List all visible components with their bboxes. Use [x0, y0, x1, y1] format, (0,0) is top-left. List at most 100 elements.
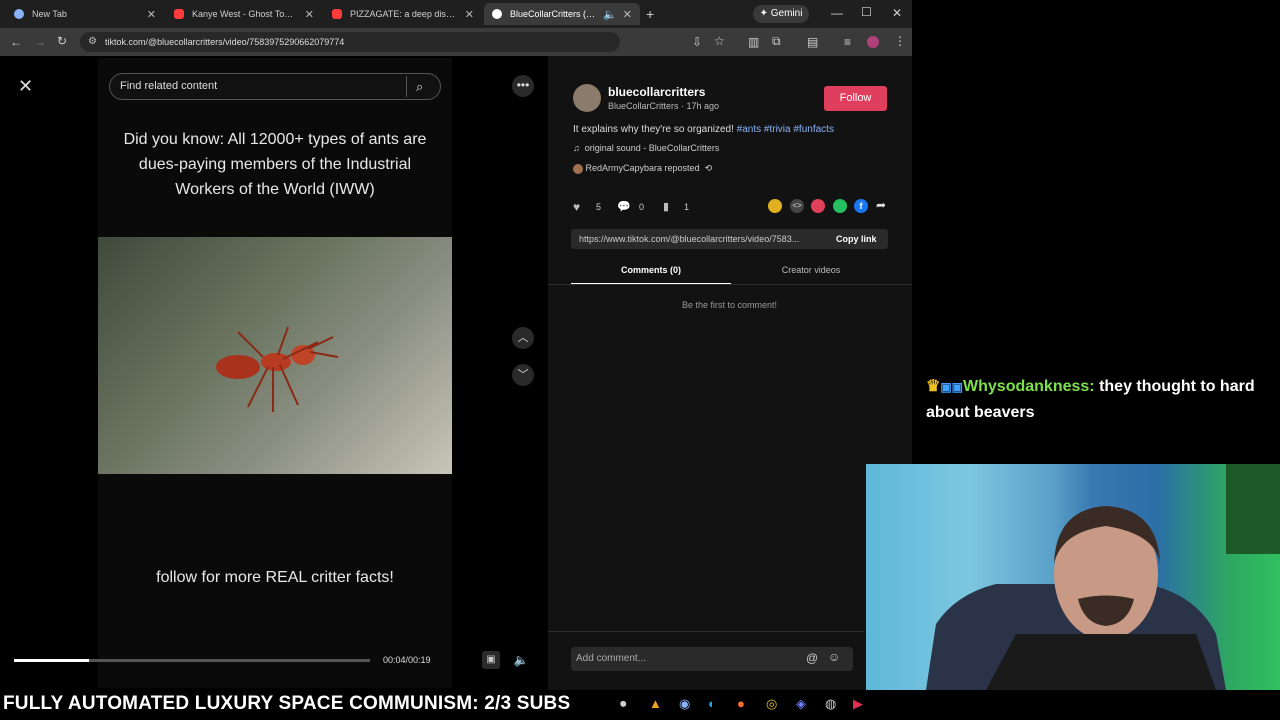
tiktok-icon	[492, 9, 502, 19]
emoji-icon[interactable]: ☺	[828, 650, 840, 664]
close-icon[interactable]: ✕	[147, 8, 156, 21]
close-window-button[interactable]: ✕	[892, 6, 902, 20]
repost-row[interactable]: RedArmyCapybara reposted ⟲	[573, 163, 712, 174]
obs-icon[interactable]: ◍	[825, 696, 836, 712]
youtube-taskbar-icon[interactable]: ▶	[853, 696, 863, 712]
comment-count: 0	[639, 202, 645, 212]
divider	[548, 631, 864, 632]
next-video-button[interactable]: ﹀	[512, 364, 534, 386]
firefox-icon[interactable]: ●	[737, 696, 745, 711]
tab-label: Kanye West - Ghost Town but it...	[192, 9, 299, 19]
divider	[406, 76, 407, 97]
site-info-icon[interactable]: ⚙	[88, 32, 97, 52]
youtube-icon	[332, 9, 342, 19]
chat-username: Whysodankness:	[963, 378, 1095, 395]
search-icon[interactable]: ⌕	[416, 74, 423, 99]
new-tab-button[interactable]: +	[646, 6, 654, 22]
save-count: 1	[684, 202, 690, 212]
copy-link-button[interactable]: Copy link	[836, 234, 877, 244]
tab-creator-videos[interactable]: Creator videos	[731, 265, 891, 275]
vlc-icon[interactable]: ▲	[649, 696, 662, 711]
volume-icon[interactable]: 🔈	[511, 651, 531, 669]
hashtags[interactable]: #ants #trivia #funfacts	[737, 124, 834, 135]
kebab-menu-icon[interactable]: ⋮	[894, 34, 906, 48]
search-input[interactable]: Find related content ⌕	[109, 73, 441, 100]
tab-comments[interactable]: Comments (0)	[571, 265, 731, 275]
bookmark-icon[interactable]: ▮	[663, 200, 677, 213]
empty-comments-text: Be the first to comment!	[681, 300, 778, 310]
repost-label: RedArmyCapybara reposted	[585, 163, 700, 173]
more-options-icon[interactable]: •••	[512, 75, 534, 97]
progress-fill	[14, 659, 89, 662]
discord-icon[interactable]: ◈	[796, 696, 806, 712]
extensions-icon[interactable]: ⧉	[772, 34, 781, 49]
send-icon[interactable]	[811, 199, 825, 213]
comment-icon[interactable]: 💬	[617, 200, 633, 213]
tab-bluecollarcritters[interactable]: BlueCollarCritters (@bluec... 🔈 ✕	[484, 3, 640, 25]
close-icon[interactable]: ✕	[623, 8, 632, 21]
badge-icon: ▣▣	[940, 380, 964, 394]
ant-image	[216, 326, 339, 412]
url-input[interactable]: ⚙ tiktok.com/@bluecollarcritters/video/7…	[80, 32, 620, 52]
mention-icon[interactable]: @	[806, 651, 818, 665]
youtube-icon	[174, 9, 184, 19]
follow-button[interactable]: Follow	[824, 86, 887, 111]
progress-bar[interactable]	[14, 659, 370, 662]
search-placeholder: Find related content	[120, 80, 218, 92]
music-note-icon: ♫	[573, 143, 580, 153]
chat-message: ♛▣▣Whysodankness: they thought to hard a…	[926, 374, 1256, 425]
previous-video-button[interactable]: ︿	[512, 327, 534, 349]
video-caption-bottom: follow for more REAL critter facts!	[156, 569, 394, 586]
reload-icon[interactable]: ↻	[57, 34, 67, 48]
tab-kanye[interactable]: Kanye West - Ghost Town but it... ✕	[166, 3, 322, 25]
share-link-text: https://www.tiktok.com/@bluecollarcritte…	[579, 234, 800, 244]
share-icon[interactable]: ➦	[876, 198, 886, 212]
tab-pizzagate[interactable]: PIZZAGATE: a deep dish - YouTu... ✕	[324, 3, 482, 25]
divider	[548, 284, 912, 285]
tab-bar: New Tab ✕ Kanye West - Ghost Town but it…	[0, 0, 912, 28]
app-icon[interactable]: ◉	[679, 696, 690, 712]
minimize-button[interactable]: —	[831, 6, 843, 20]
gemini-label: Gemini	[770, 8, 803, 19]
gemini-button[interactable]: ✦ Gemini	[753, 5, 809, 23]
like-count: 5	[596, 202, 602, 212]
menu-lines-icon[interactable]: ≡	[844, 35, 851, 49]
video-caption-top: Did you know: All 12000+ types of ants a…	[123, 131, 427, 198]
repost-icon: ⟲	[704, 163, 713, 173]
facebook-icon[interactable]: f	[854, 199, 868, 213]
sound-row[interactable]: ♫ original sound - BlueCollarCritters	[573, 143, 719, 153]
avatar[interactable]	[573, 84, 601, 112]
maximize-button[interactable]: ☐	[861, 5, 872, 19]
video-description: It explains why they're so organized! #a…	[573, 124, 834, 135]
edge-icon[interactable]: ◐	[708, 696, 716, 711]
tab-label: BlueCollarCritters (@bluec...	[510, 9, 599, 19]
close-icon[interactable]: ✕	[465, 8, 474, 21]
author-username[interactable]: bluecollarcritters	[608, 85, 705, 99]
reading-list-icon[interactable]: ▥	[748, 35, 759, 49]
sidebar-icon[interactable]: ▤	[807, 35, 818, 49]
tab-new-tab[interactable]: New Tab ✕	[6, 3, 164, 25]
description-text: It explains why they're so organized!	[573, 124, 737, 135]
sparkle-icon: ✦	[759, 8, 768, 19]
embed-icon[interactable]: <>	[790, 199, 804, 213]
bookmark-star-icon[interactable]: ☆	[714, 34, 725, 48]
friends-share-icon[interactable]	[768, 199, 782, 213]
pip-icon[interactable]: ▣	[482, 651, 500, 669]
chrome-taskbar-icon[interactable]: ◎	[766, 696, 777, 712]
profile-avatar[interactable]	[867, 36, 879, 48]
taskbar-icon[interactable]: ⏺	[620, 696, 627, 712]
close-icon[interactable]: ✕	[305, 8, 314, 21]
author-display: BlueCollarCritters · 17h ago	[608, 101, 720, 111]
whatsapp-icon[interactable]	[833, 199, 847, 213]
close-icon[interactable]: ✕	[18, 76, 33, 97]
install-icon[interactable]: ⇩	[692, 35, 702, 49]
tab-label: New Tab	[32, 9, 67, 19]
forward-icon[interactable]: →	[34, 35, 46, 49]
sound-label: original sound - BlueCollarCritters	[584, 143, 720, 153]
heart-icon[interactable]: ♥	[573, 200, 589, 214]
streamer-image	[926, 464, 1280, 690]
webcam-feed	[866, 464, 1280, 690]
back-icon[interactable]: ←	[10, 35, 22, 49]
stream-ticker-text: FULLY AUTOMATED LUXURY SPACE COMMUNISM: …	[3, 693, 571, 714]
comment-placeholder: Add comment...	[576, 653, 647, 664]
